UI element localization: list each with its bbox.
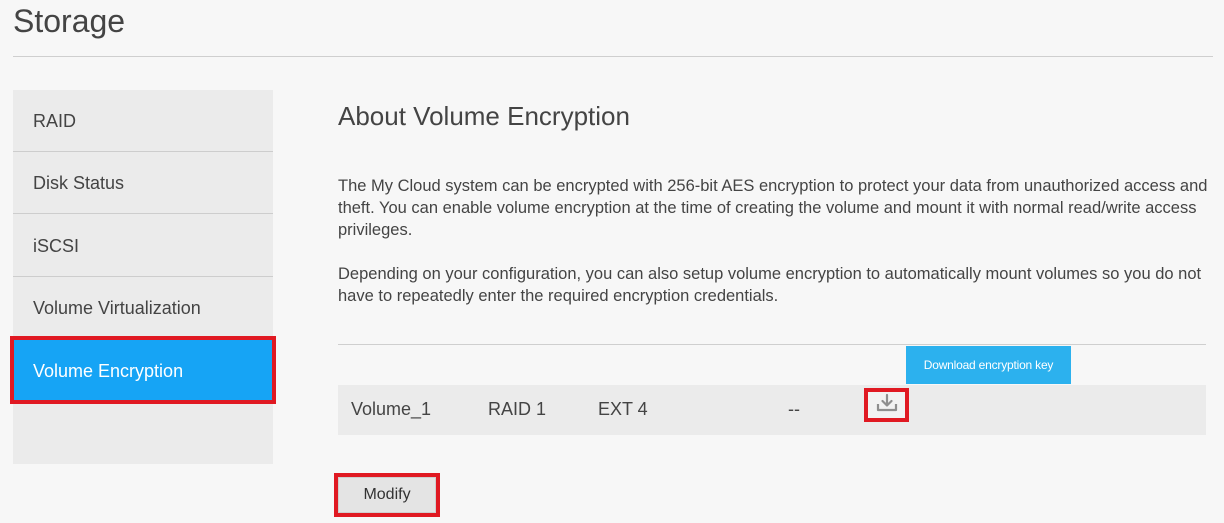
volume-name: Volume_1 <box>351 399 432 419</box>
sidebar-item-label: iSCSI <box>33 236 80 256</box>
volume-encryption-status: -- <box>788 399 800 419</box>
description-paragraph: Depending on your configuration, you can… <box>338 265 1202 305</box>
table-row: Volume_1 RAID 1 EXT 4 -- <box>338 385 1206 435</box>
volume-filesystem: EXT 4 <box>598 399 648 419</box>
content-divider <box>338 344 1206 345</box>
page-title: Storage <box>13 3 126 39</box>
sidebar-item-volume-virtualization[interactable]: Volume Virtualization <box>13 277 273 339</box>
volume-raid: RAID 1 <box>488 399 547 419</box>
sidebar-item-label: RAID <box>33 111 77 131</box>
download-icon <box>875 393 899 418</box>
description-paragraph: The My Cloud system can be encrypted wit… <box>338 177 1208 239</box>
sidebar-item-label: Volume Encryption <box>33 361 184 381</box>
sidebar-item-label: Disk Status <box>33 173 125 193</box>
section-heading: About Volume Encryption <box>338 101 630 131</box>
sidebar-divider <box>13 213 273 214</box>
sidebar-item-volume-encryption[interactable]: Volume Encryption <box>13 340 273 402</box>
modify-button[interactable]: Modify <box>334 473 440 517</box>
download-key-button[interactable] <box>864 388 909 422</box>
sidebar-item-iscsi[interactable]: iSCSI <box>13 215 273 277</box>
sidebar: RAID Disk Status iSCSI Volume Virtualiza… <box>13 90 273 464</box>
title-divider <box>13 56 1213 57</box>
sidebar-item-raid[interactable]: RAID <box>13 90 273 152</box>
sidebar-item-disk-status[interactable]: Disk Status <box>13 152 273 214</box>
download-key-tooltip: Download encryption key <box>906 346 1071 384</box>
sidebar-item-label: Volume Virtualization <box>33 298 201 318</box>
